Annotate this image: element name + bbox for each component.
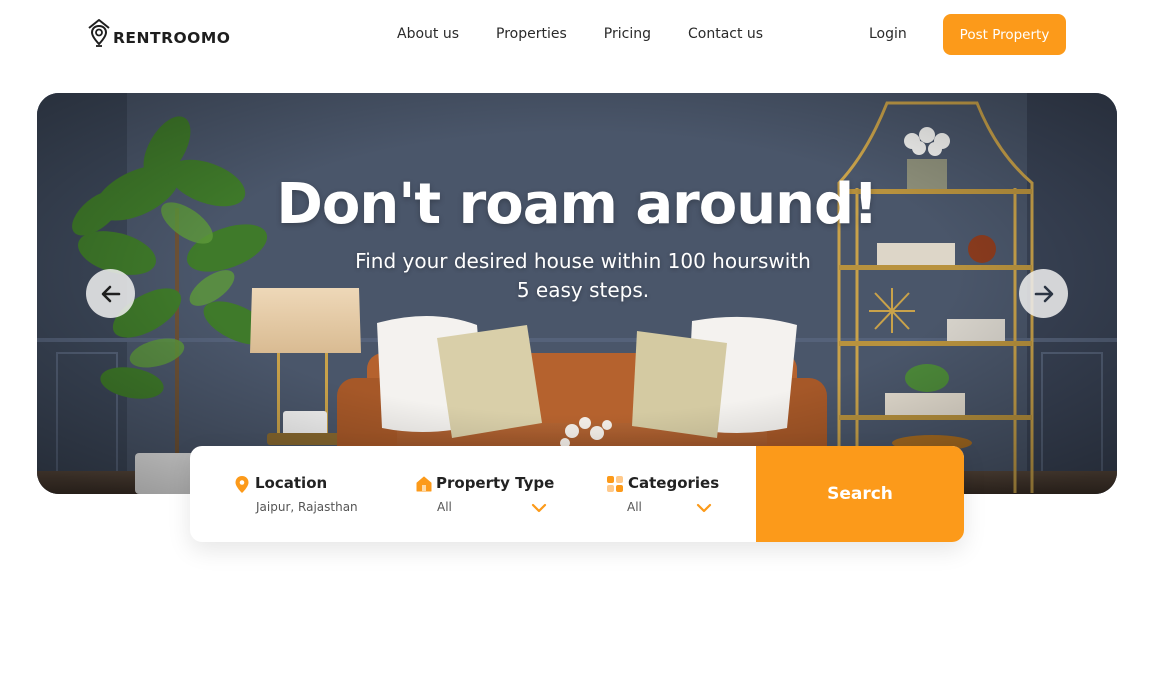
nav-properties[interactable]: Properties <box>496 26 567 42</box>
arrow-left-icon <box>101 285 120 302</box>
carousel-prev-button[interactable] <box>86 269 135 318</box>
search-button[interactable]: Search <box>756 446 964 542</box>
grid-icon <box>607 476 623 492</box>
chevron-down-icon[interactable] <box>531 503 547 513</box>
hero-title: Don't roam around! <box>276 172 878 237</box>
carousel-next-button[interactable] <box>1019 269 1068 318</box>
property-type-value: All <box>437 500 452 514</box>
property-type-field[interactable]: Property Type All <box>405 446 565 542</box>
post-property-button[interactable]: Post Property <box>943 14 1066 55</box>
house-icon <box>416 476 432 492</box>
nav-pricing[interactable]: Pricing <box>604 26 651 42</box>
location-pin-icon <box>235 476 249 493</box>
login-link[interactable]: Login <box>869 26 907 42</box>
nav-about-us[interactable]: About us <box>397 26 459 42</box>
hero-subtitle: Find your desired house within 100 hours… <box>355 249 811 302</box>
arrow-right-icon <box>1034 285 1053 302</box>
location-value: Jaipur, Rajasthan <box>256 500 358 514</box>
categories-label: Categories <box>628 474 720 492</box>
brand-logo[interactable]: RENTROOMO <box>87 18 230 48</box>
location-label: Location <box>255 474 328 492</box>
categories-value: All <box>627 500 642 514</box>
house-pin-logo-icon <box>88 19 110 47</box>
search-panel: Location Jaipur, Rajasthan Property Type… <box>190 446 964 542</box>
main-nav: About us Properties Pricing Contact us <box>397 26 763 42</box>
chevron-down-icon[interactable] <box>696 503 712 513</box>
categories-field[interactable]: Categories All <box>595 446 735 542</box>
property-type-label: Property Type <box>436 474 555 492</box>
brand-name: RENTROOMO <box>113 28 231 47</box>
nav-contact-us[interactable]: Contact us <box>688 26 763 42</box>
location-field[interactable]: Location Jaipur, Rajasthan <box>190 446 390 542</box>
